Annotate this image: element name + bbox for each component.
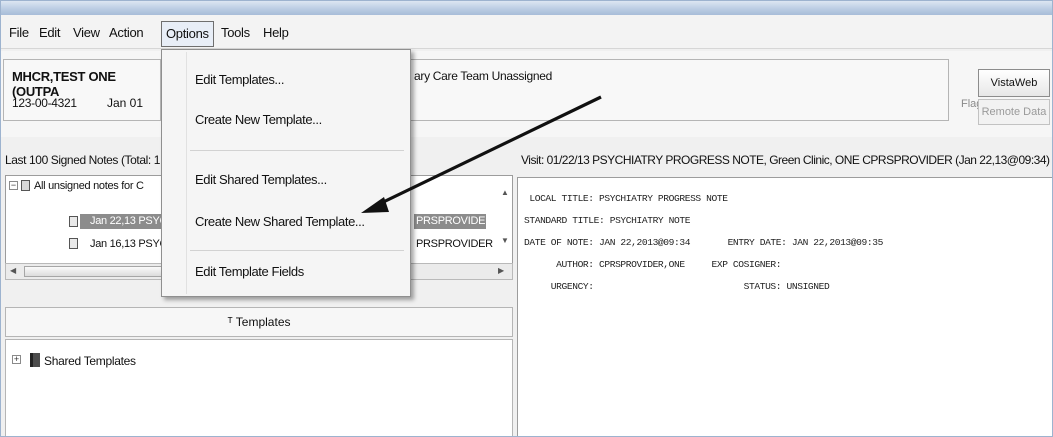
scroll-down-icon[interactable]: ▼ — [501, 236, 509, 245]
primary-care-box[interactable]: ary Care Team Unassigned — [409, 59, 949, 121]
scroll-up-icon[interactable]: ▲ — [501, 188, 509, 197]
menu-separator — [190, 150, 404, 151]
note-row-title: Jan 22,13 PSYC — [90, 215, 168, 227]
note-row-author: PRSPROVIDER — [416, 215, 493, 227]
patient-header: MHCR,TEST ONE (OUTPA 123-00-4321 Jan 01 … — [1, 51, 1052, 137]
patient-ssn: 123-00-4321 — [12, 96, 77, 110]
notes-list-caption: Last 100 Signed Notes (Total: 1 — [5, 153, 161, 167]
menu-item-edit-templates[interactable]: Edit Templates... — [195, 72, 284, 87]
expand-icon[interactable]: − — [9, 181, 18, 190]
remote-data-button[interactable]: Remote Data — [978, 99, 1050, 125]
scroll-left-icon[interactable]: ◀ — [10, 266, 16, 275]
vistaweb-button[interactable]: VistaWeb — [978, 69, 1050, 97]
visit-info-line: Visit: 01/22/13 PSYCHIATRY PROGRESS NOTE… — [521, 153, 1050, 167]
note-row-author[interactable]: PRSPROVIDER — [416, 238, 493, 250]
window-title-strip — [1, 1, 1052, 15]
menu-edit[interactable]: Edit — [35, 21, 64, 47]
flag-area — [957, 59, 977, 121]
note-row-title[interactable]: Jan 16,13 PSYC — [90, 238, 167, 250]
cprs-window: File Edit View Action Options Tools Help… — [0, 0, 1053, 437]
drawer-toggle-icon: ᵀ — [227, 315, 236, 329]
templates-label: Templates — [235, 315, 291, 329]
patient-dob: Jan 01 — [107, 96, 144, 110]
shared-templates-node[interactable]: Shared Templates — [44, 354, 136, 368]
scroll-right-icon[interactable]: ▶ — [498, 266, 504, 275]
menu-options[interactable]: Options — [161, 21, 214, 47]
menu-tools[interactable]: Tools — [217, 21, 254, 47]
patient-id-box[interactable]: MHCR,TEST ONE (OUTPA 123-00-4321 Jan 01 — [3, 59, 161, 121]
templates-tree[interactable]: + Shared Templates — [5, 339, 513, 436]
menu-separator — [190, 250, 404, 251]
templates-drawer-button[interactable]: ᵀ Templates — [5, 307, 513, 337]
menu-help[interactable]: Help — [259, 21, 293, 47]
expand-icon[interactable]: + — [12, 355, 21, 364]
note-text-view[interactable]: LOCAL TITLE: PSYCHIATRY PROGRESS NOTE ST… — [517, 177, 1052, 436]
book-icon — [30, 353, 40, 367]
tree-root-label[interactable]: All unsigned notes for C — [34, 180, 144, 192]
menu-item-create-new-template[interactable]: Create New Template... — [195, 112, 322, 127]
patient-name: MHCR,TEST ONE (OUTPA — [12, 69, 116, 99]
note-icon — [69, 238, 78, 249]
primary-care-team: ary Care Team Unassigned — [414, 69, 552, 83]
selected-note-row[interactable]: Jan 22,13 PSYC — [80, 214, 168, 229]
options-menu-dropdown: Edit Templates... Create New Template...… — [161, 49, 411, 297]
selected-note-row-right[interactable]: PRSPROVIDER — [414, 214, 493, 229]
menu-action[interactable]: Action — [105, 21, 147, 47]
menu-item-edit-shared-templates[interactable]: Edit Shared Templates... — [195, 172, 327, 187]
menu-file[interactable]: File — [5, 21, 33, 47]
menu-view[interactable]: View — [69, 21, 104, 47]
menu-item-create-new-shared-template[interactable]: Create New Shared Template... — [195, 214, 365, 229]
menu-gutter — [186, 52, 187, 294]
tree-root-icon — [21, 180, 30, 191]
menu-item-edit-template-fields[interactable]: Edit Template Fields — [195, 264, 304, 279]
menu-bar: File Edit View Action Options Tools Help — [1, 15, 1052, 49]
note-icon — [69, 216, 78, 227]
